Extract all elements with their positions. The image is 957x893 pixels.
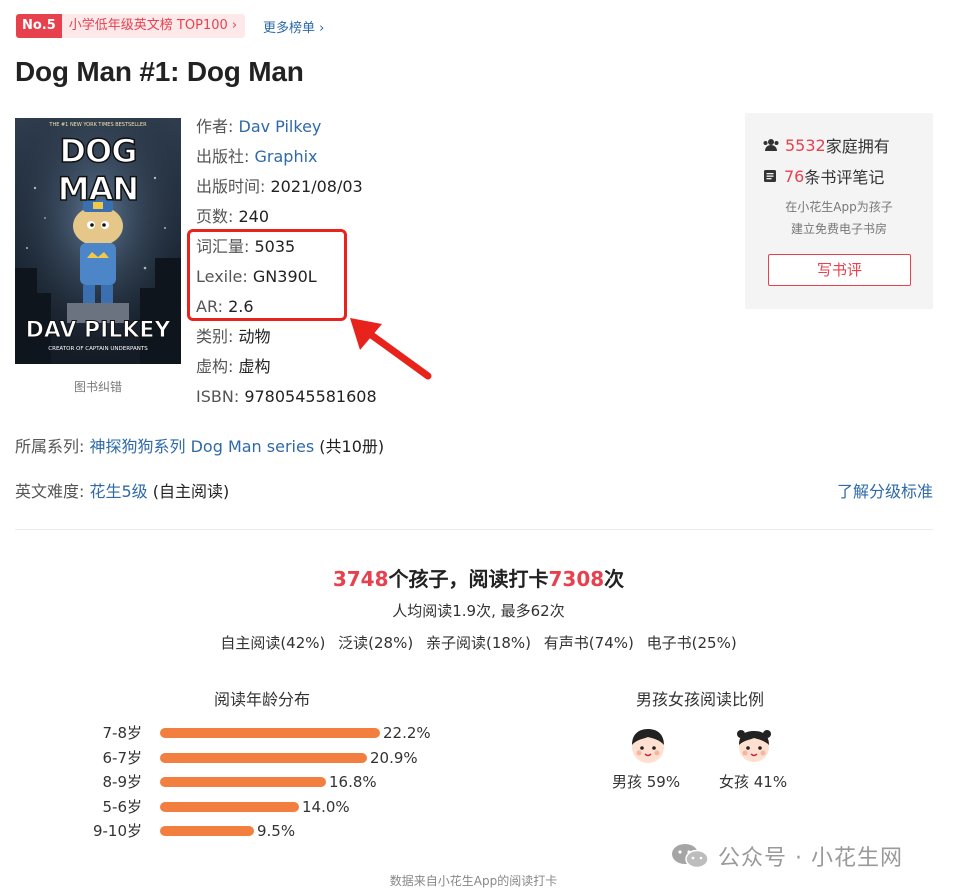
boy-ratio: 男孩 59% xyxy=(612,773,681,791)
divider xyxy=(15,529,933,530)
cover-top-text: THE #1 NEW YORK TIMES BESTSELLER xyxy=(49,122,147,128)
reading-stats-title: 3748个孩子，阅读打卡7308次 xyxy=(332,567,625,591)
wechat-icon xyxy=(672,844,709,869)
write-review-button[interactable]: 写书评 xyxy=(768,254,911,286)
girl-ratio: 女孩 41% xyxy=(719,773,788,791)
reading-modes: 自主阅读(42%) 泛读(28%) 亲子阅读(18%) 有声书(74%) 电子书… xyxy=(0,632,957,653)
mode-item: 有声书(74%) xyxy=(543,634,634,652)
info-date: 出版时间: 2021/08/03 xyxy=(196,177,363,196)
level-standard-link[interactable]: 了解分级标准 xyxy=(837,478,933,502)
age-bar xyxy=(160,801,299,812)
notes-count: 76 条书评笔记 xyxy=(763,164,884,188)
age-percent: 14.0% xyxy=(302,797,350,816)
cover-tagline: CREATOR OF CAPTAIN UNDERPANTS xyxy=(48,346,148,352)
cover-logo: DOG MAN xyxy=(57,131,140,209)
age-row: 5-6岁 14.0% xyxy=(90,798,450,816)
girl-face-icon xyxy=(737,730,771,762)
age-bar xyxy=(160,752,367,763)
note-icon xyxy=(764,170,776,182)
people-icon xyxy=(763,139,779,151)
mode-item: 电子书(25%) xyxy=(646,634,737,652)
level-row: 英文难度: 花生5级 (自主阅读) xyxy=(15,482,230,501)
red-arrow-icon xyxy=(350,318,432,380)
publisher-link[interactable]: Graphix xyxy=(255,147,318,166)
age-row: 7-8岁 22.2% xyxy=(90,724,450,742)
book-title: Dog Man #1: Dog Man xyxy=(15,56,304,87)
level-link[interactable]: 花生5级 xyxy=(90,482,148,501)
series-link[interactable]: 神探狗狗系列 Dog Man series xyxy=(90,437,315,456)
card-hint-1: 在小花生App为孩子 xyxy=(785,200,893,214)
info-publisher: 出版社: Graphix xyxy=(196,147,318,166)
author-link[interactable]: Dav Pilkey xyxy=(239,117,322,136)
age-label: 7-8岁 xyxy=(102,724,143,742)
watermark-text: 公众号 · 小花生网 xyxy=(718,846,903,871)
rank-tag[interactable]: No.5 小学低年级英文榜 TOP100 › xyxy=(16,14,246,38)
age-label: 5-6岁 xyxy=(102,797,143,816)
age-bar xyxy=(160,728,380,738)
cover-author: DAV PILKEY xyxy=(25,318,171,344)
info-fiction: 虚构: 虚构 xyxy=(196,357,271,376)
mode-item: 亲子阅读(18%) xyxy=(425,634,532,652)
stats-card: 5532 家庭拥有 76 条书评笔记 在小花生App为孩子 建立免费电子书房 写书评 xyxy=(745,113,933,309)
more-lists-link[interactable]: 更多榜单 › xyxy=(263,17,324,36)
info-author: 作者: Dav Pilkey xyxy=(196,117,322,136)
age-label: 8-9岁 xyxy=(102,773,143,791)
age-percent: 16.8% xyxy=(329,773,377,791)
mode-item: 自主阅读(42%) xyxy=(220,634,326,652)
info-category: 类别: 动物 xyxy=(196,327,271,346)
gender-ratio-title: 男孩女孩阅读比例 xyxy=(636,690,765,709)
age-bar xyxy=(160,826,254,836)
info-pages: 页数: 240 xyxy=(196,207,270,226)
card-hint-2: 建立免费电子书房 xyxy=(790,222,887,236)
age-label: 9-10岁 xyxy=(92,822,142,840)
reading-average: 人均阅读1.9次, 最多62次 xyxy=(392,602,565,620)
boy-face-icon xyxy=(632,729,664,763)
age-row: 8-9岁 16.8% xyxy=(90,773,450,791)
age-percent: 20.9% xyxy=(370,748,418,767)
age-row: 9-10岁 9.5% xyxy=(90,822,450,840)
age-label: 6-7岁 xyxy=(102,748,143,767)
mode-item: 泛读(28%) xyxy=(338,634,414,652)
age-distribution-title: 阅读年龄分布 xyxy=(214,690,311,709)
info-isbn: ISBN: 9780545581608 xyxy=(196,387,377,406)
age-bar xyxy=(160,777,326,787)
age-percent: 9.5% xyxy=(257,822,296,840)
watermark: 公众号 · 小花生网 xyxy=(670,840,903,872)
age-percent: 22.2% xyxy=(383,724,431,742)
highlight-box xyxy=(187,229,347,321)
rank-list-link[interactable]: 小学低年级英文榜 TOP100 › xyxy=(61,14,246,38)
book-correction-link[interactable]: 图书纠错 xyxy=(15,378,181,395)
book-cover[interactable]: THE #1 NEW YORK TIMES BESTSELLER DOG MAN… xyxy=(15,118,181,364)
families-count: 5532 家庭拥有 xyxy=(763,133,890,157)
age-row: 6-7岁 20.9% xyxy=(90,749,450,767)
series-row: 所属系列: 神探狗狗系列 Dog Man series (共10册) xyxy=(15,437,385,456)
rank-number: No.5 xyxy=(16,14,62,38)
data-source: 数据来自小花生App的阅读打卡 xyxy=(389,874,558,888)
